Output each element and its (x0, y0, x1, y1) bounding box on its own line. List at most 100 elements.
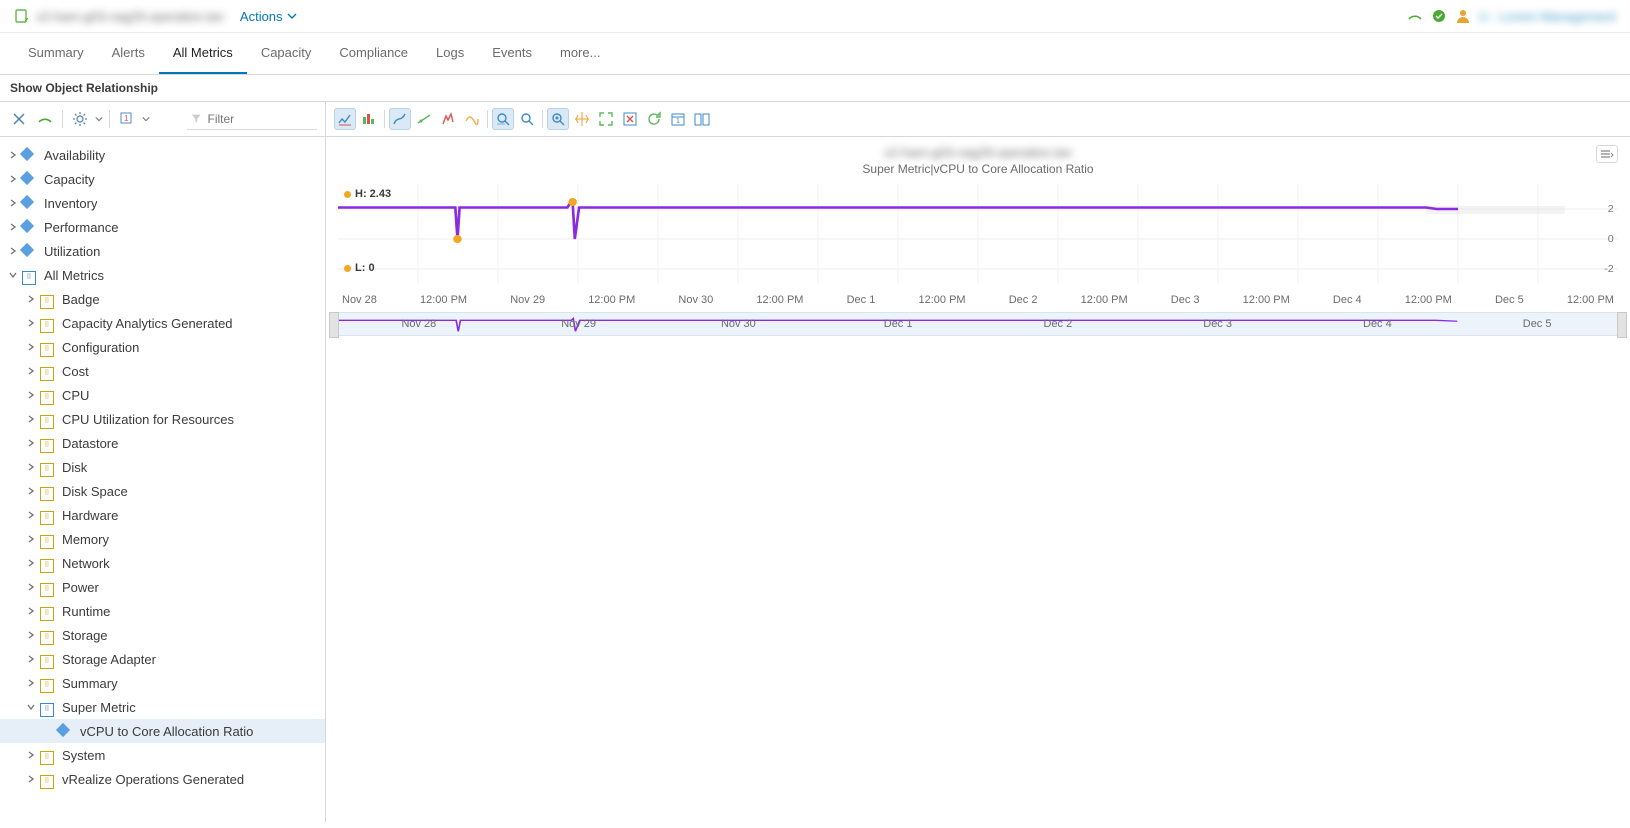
chevron-right-icon[interactable] (26, 438, 36, 448)
tree-node[interactable]: ⠿Cost (0, 359, 325, 383)
chevron-right-icon[interactable] (26, 558, 36, 568)
tree-node[interactable]: ⠿Runtime (0, 599, 325, 623)
actions-dropdown[interactable]: Actions (240, 9, 297, 24)
chevron-right-icon[interactable] (26, 678, 36, 688)
tree-node[interactable]: Inventory (0, 191, 325, 215)
chart-overview[interactable]: Nov 28Nov 29Nov 30Dec 1Dec 2Dec 3Dec 4De… (338, 312, 1618, 336)
chevron-right-icon[interactable] (26, 342, 36, 352)
tree-node[interactable]: ⠿Network (0, 551, 325, 575)
dynamic-threshold-icon[interactable] (461, 108, 483, 130)
chevron-right-icon[interactable] (26, 318, 36, 328)
chevron-right-icon[interactable] (26, 462, 36, 472)
tree-node[interactable]: ⠿Badge (0, 287, 325, 311)
tree-node[interactable]: ⠿CPU (0, 383, 325, 407)
chevron-right-icon[interactable] (26, 582, 36, 592)
chevron-right-icon[interactable] (26, 390, 36, 400)
chart-subtitle: Super Metric|vCPU to Core Allocation Rat… (338, 162, 1618, 176)
chevron-right-icon[interactable] (26, 774, 36, 784)
date-controls-icon[interactable]: 1 (667, 108, 689, 130)
tab-more[interactable]: more... (546, 33, 614, 74)
zoom-view-icon[interactable] (492, 108, 514, 130)
tree-node[interactable]: ⠿Capacity Analytics Generated (0, 311, 325, 335)
tab-all-metrics[interactable]: All Metrics (159, 33, 247, 74)
chevron-right-icon[interactable] (8, 246, 18, 256)
yaxis-icon[interactable] (389, 108, 411, 130)
chevron-down-icon[interactable] (142, 115, 150, 123)
tree-node[interactable]: ⠿Hardware (0, 503, 325, 527)
fit-icon[interactable] (595, 108, 617, 130)
tree-node[interactable]: vCPU to Core Allocation Ratio (0, 719, 325, 743)
stacked-charts-icon[interactable] (358, 108, 380, 130)
tree-node[interactable]: Performance (0, 215, 325, 239)
tree-node[interactable]: ⠿System (0, 743, 325, 767)
tree-node[interactable]: ⠿Power (0, 575, 325, 599)
line-chart[interactable]: 2 0 -2 (338, 184, 1618, 294)
chevron-right-icon[interactable] (26, 630, 36, 640)
chevron-right-icon[interactable] (26, 654, 36, 664)
tree-node[interactable]: ⠿Configuration (0, 335, 325, 359)
show-icon[interactable] (34, 108, 56, 130)
gear-icon[interactable] (69, 108, 91, 130)
chevron-down-icon[interactable] (26, 702, 36, 712)
remove-icon[interactable] (619, 108, 641, 130)
sidebar-filter[interactable] (187, 109, 317, 130)
tree-node[interactable]: Utilization (0, 239, 325, 263)
chevron-right-icon[interactable] (8, 174, 18, 184)
chevron-right-icon[interactable] (26, 414, 36, 424)
tab-summary[interactable]: Summary (14, 33, 98, 74)
user-label[interactable]: U - Lorem Management (1479, 9, 1616, 24)
trend-line-icon[interactable] (413, 108, 435, 130)
anomalies-icon[interactable] (437, 108, 459, 130)
chart-menu-icon[interactable] (1596, 145, 1618, 163)
chevron-right-icon[interactable] (26, 366, 36, 376)
metric-group-icon: ⠿ (40, 555, 56, 571)
overview-handle-left[interactable] (329, 312, 339, 338)
tab-compliance[interactable]: Compliance (325, 33, 422, 74)
tree-node[interactable]: Capacity (0, 167, 325, 191)
user-icon (1455, 8, 1471, 24)
tree-node[interactable]: Availability (0, 143, 325, 167)
metric-group-icon: ⠿ (40, 387, 56, 403)
tab-logs[interactable]: Logs (422, 33, 478, 74)
tab-events[interactable]: Events (478, 33, 546, 74)
chevron-down-icon[interactable] (8, 270, 18, 280)
chevron-right-icon[interactable] (26, 606, 36, 616)
tree-node[interactable]: ⠿All Metrics (0, 263, 325, 287)
tree-node[interactable]: ⠿Datastore (0, 431, 325, 455)
pan-icon[interactable] (571, 108, 593, 130)
chevron-right-icon[interactable] (26, 486, 36, 496)
tree-node[interactable]: ⠿CPU Utilization for Resources (0, 407, 325, 431)
data-point-icon[interactable] (547, 108, 569, 130)
chart-body[interactable]: H: 2.43 L: 0 (338, 184, 1618, 336)
chevron-down-icon[interactable] (95, 115, 103, 123)
tree-node[interactable]: ⠿Super Metric (0, 695, 325, 719)
tree-node[interactable]: ⠿Memory (0, 527, 325, 551)
chart-panel: 1 x2-ham-g03-vag29.operation.lan Super M… (326, 102, 1630, 822)
chevron-right-icon[interactable] (8, 198, 18, 208)
chevron-right-icon[interactable] (26, 294, 36, 304)
chevron-right-icon[interactable] (8, 150, 18, 160)
split-charts-icon[interactable] (334, 108, 356, 130)
overview-handle-right[interactable] (1617, 312, 1627, 338)
tree-node[interactable]: ⠿Disk Space (0, 479, 325, 503)
filter-input[interactable] (206, 111, 313, 127)
show-relationship-toggle[interactable]: Show Object Relationship (10, 81, 158, 95)
tab-capacity[interactable]: Capacity (247, 33, 326, 74)
tree-node[interactable]: ⠿Storage (0, 623, 325, 647)
tree-node[interactable]: ⠿Disk (0, 455, 325, 479)
chevron-right-icon[interactable] (26, 534, 36, 544)
date-range-icon[interactable] (691, 108, 713, 130)
collapse-icon[interactable] (8, 108, 30, 130)
chevron-right-icon[interactable] (8, 222, 18, 232)
chart-header: x2-ham-g03-vag29.operation.lan Super Met… (338, 145, 1618, 176)
tab-alerts[interactable]: Alerts (98, 33, 159, 74)
x-tick: Dec 4 (1333, 294, 1362, 306)
refresh-icon[interactable] (643, 108, 665, 130)
zoom-all-icon[interactable] (516, 108, 538, 130)
chevron-right-icon[interactable] (26, 750, 36, 760)
tree-node[interactable]: ⠿vRealize Operations Generated (0, 767, 325, 791)
metric-picker-icon[interactable]: 1 (116, 108, 138, 130)
tree-node[interactable]: ⠿Summary (0, 671, 325, 695)
tree-node[interactable]: ⠿Storage Adapter (0, 647, 325, 671)
chevron-right-icon[interactable] (26, 510, 36, 520)
